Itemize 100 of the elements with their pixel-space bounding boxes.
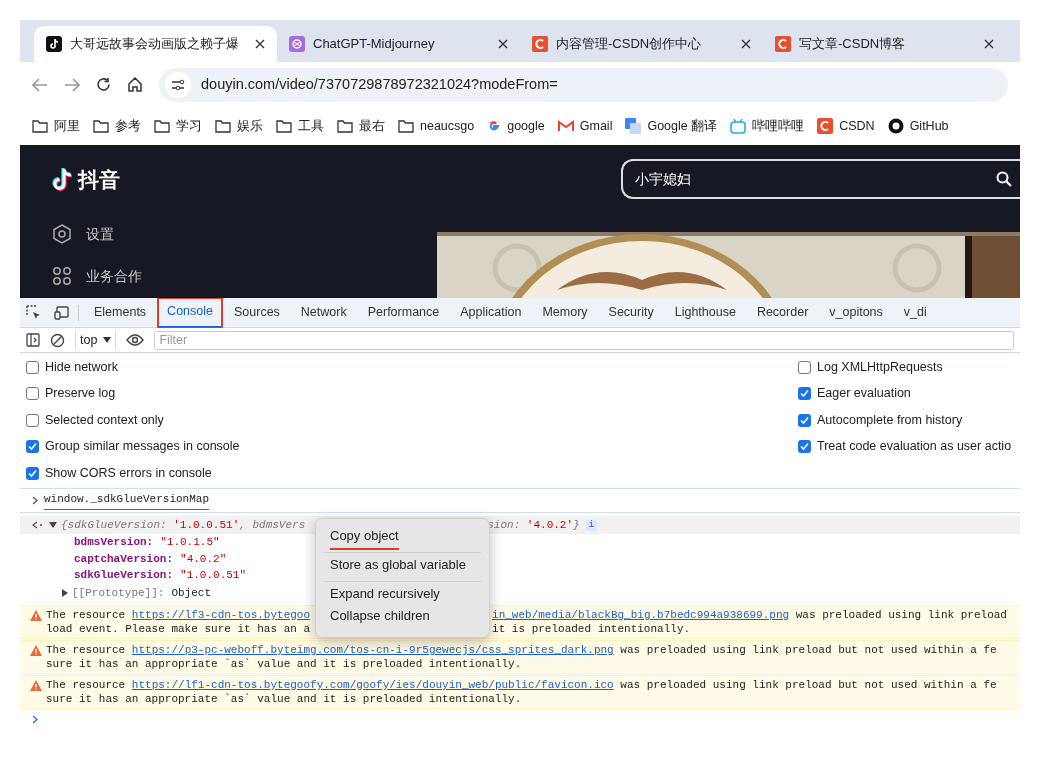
logo-text[interactable]: 抖音 [78,164,120,196]
checkbox-label: Hide network [45,358,118,376]
forward-arrow-icon[interactable] [64,77,80,92]
property-key: bdmsVersion: [74,536,154,548]
devtools-tab[interactable]: Elements [85,297,156,328]
caret-icon [103,337,112,343]
folder-icon [93,119,109,133]
close-icon[interactable] [984,39,994,49]
c-logo-icon [775,36,791,52]
close-icon[interactable] [255,39,265,49]
eye-icon[interactable] [126,334,145,346]
checkbox-label: Eager evaluation [817,385,911,403]
string-value: '4.0.2' [526,519,574,531]
sidebar-toggle-icon[interactable] [26,333,40,347]
devtools-tab[interactable]: Memory [533,297,597,328]
settings-icon [52,224,72,244]
folder-icon [276,119,292,133]
bookmark[interactable]: 阿里 [32,116,80,136]
result-arrow-icon [32,521,43,529]
message-text: The resource [46,679,127,691]
clear-icon[interactable] [50,332,65,348]
browser-tab[interactable]: 写文章-CSDN博客 [763,26,1006,62]
prototype-key: [[Prototype]]: [72,585,165,600]
bookmark[interactable]: 娱乐 [215,116,263,136]
string-value: '1.0.0.51' [173,519,240,531]
close-icon[interactable] [498,39,508,49]
home-icon[interactable] [127,77,143,92]
collapse-triangle-icon[interactable] [49,522,57,528]
bookmark[interactable]: 参考 [93,116,141,136]
bookmark[interactable]: 最右 [337,116,385,136]
message-text: sion: [487,519,522,531]
checkbox[interactable] [26,360,39,374]
close-icon[interactable] [741,39,751,49]
bookmark[interactable]: GitHub [887,116,949,136]
devtools-tab[interactable]: Performance [358,297,449,328]
checkbox[interactable] [798,413,811,427]
device-icon[interactable] [54,305,72,320]
message-text: The resource [46,644,127,656]
filter-field[interactable]: Filter [154,330,1014,350]
tab-title: ChatGPT-Midjourney [313,35,436,54]
context-dropdown[interactable]: top [75,330,117,350]
message-text: load event. Please make sure it has an a [46,623,311,635]
search-field[interactable]: 小宇媳妇 [621,159,1020,199]
devtools-tab[interactable]: v_opitons [820,297,892,328]
browser-tab[interactable]: 内容管理-CSDN创作中心 [520,26,763,62]
g-logo-icon [487,119,502,133]
expand-triangle-icon[interactable] [62,588,68,597]
checkbox[interactable] [798,440,811,454]
property-key: sdkGlueVersion: [74,569,174,581]
sidebar-item[interactable]: 设置 [52,213,240,255]
devtools-tab[interactable]: Lighthouse [665,297,745,328]
browser-tab[interactable]: 大哥远故事会动画版之赖子爆 [34,26,277,62]
bookmark[interactable]: neaucsgo [398,116,475,136]
inspect-icon[interactable] [26,304,42,321]
tab-title: 大哥远故事会动画版之赖子爆 [70,35,240,54]
search-text: 小宇媳妇 [635,169,691,189]
tab-title: 内容管理-CSDN创作中心 [556,35,703,54]
note-logo-icon[interactable] [52,167,74,193]
resource-link[interactable]: https://lf1-cdn-tos.bytegoofy.com/goofy/ies/douyin_web/public/favicon.ico [131,679,614,691]
folder-icon [337,119,353,133]
menu-item[interactable]: Store as global variable [324,556,481,578]
devtools-tab[interactable]: Sources [225,297,289,328]
checkbox[interactable] [798,387,811,401]
menu-item[interactable]: Copy object [324,527,481,549]
bookmark[interactable]: 工具 [276,116,324,136]
checkbox-label: Autocomplete from history [817,411,963,429]
bookmark[interactable]: Google 翻译 [625,116,718,136]
checkbox[interactable] [26,440,39,454]
bookmark[interactable]: 学习 [154,116,202,136]
bookmark[interactable]: Gmail [557,116,613,136]
info-badge[interactable]: i [585,519,598,531]
search-icon[interactable] [996,171,1012,187]
address-field[interactable]: douyin.com/video/7370729878972321024?modeFrom= [159,67,1008,102]
checkbox[interactable] [26,413,39,427]
browser-tab[interactable]: ChatGPT-Midjourney [277,26,520,62]
command-text: window._sdkGlueVersionMap [44,491,210,510]
reload-icon[interactable] [96,77,111,92]
resource-link[interactable]: https://p3-pc-weboff.byteimg.com/tos-cn-i-9r5gewecjs/css_sprites_dark.png [131,644,614,656]
bookmark[interactable]: CSDN [817,116,875,136]
checkbox[interactable] [798,360,811,374]
devtools-tab[interactable]: Network [291,297,356,328]
sidebar-item[interactable]: 业务合作 [52,255,240,297]
checkbox[interactable] [26,466,39,480]
devtools-tab[interactable]: Recorder [747,297,818,328]
devtools-tab[interactable]: Security [599,297,663,328]
site-info-icon[interactable] [165,71,191,98]
checkbox-label: Treat code evaluation as user actio [817,438,1012,456]
back-arrow-icon[interactable] [32,77,48,92]
devtools-tab[interactable]: v_di [894,297,936,328]
menu-item[interactable]: Expand recursively [324,585,481,607]
prompt-caret-icon[interactable] [32,715,38,724]
property-key: captchaVersion: [74,552,174,565]
grid-icon [52,266,72,286]
message-text: , bdmsVers [239,519,306,531]
property-value: "4.0.2" [180,552,227,565]
bookmark[interactable]: google [487,116,545,136]
devtools-tab[interactable]: Application [451,297,531,328]
note-icon [46,36,62,52]
bookmark[interactable]: 哔哩哔哩 [730,116,805,136]
checkbox[interactable] [26,387,39,401]
